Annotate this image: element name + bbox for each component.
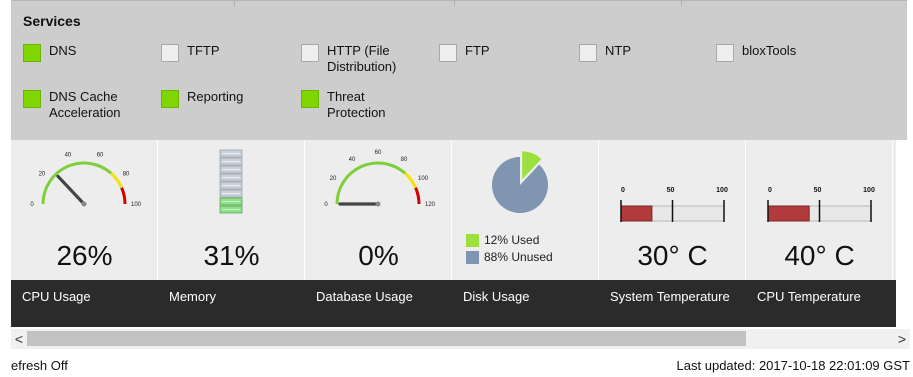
service-label: TFTP [187,43,220,58]
auto-refresh-status[interactable]: efresh Off [11,358,68,373]
status-widgets: 0 20 40 60 80 100 26% CPU Usage 31% Memory 0 2… [11,140,896,327]
gauge-arc-critical [414,187,421,205]
service-status-indicator [161,44,179,62]
legend-unused-label: 88% Unused [484,250,553,264]
widget-cpu-temperature[interactable]: 0 50 100 40° C CPU Temperature [746,140,893,327]
gauge-tick-label: 40 [349,157,356,163]
widget-cpu-usage[interactable]: 0 20 40 60 80 100 26% CPU Usage [11,140,158,327]
widget-memory[interactable]: 31% Memory [158,140,305,327]
service-status-indicator [579,44,597,62]
thermo-tick-label: 100 [863,187,875,194]
gauge-tick-label: 0 [324,202,328,208]
legend-swatch-used [466,234,479,247]
scrollbar-thumb[interactable] [27,331,746,346]
gauge-tick-label: 0 [30,202,34,208]
service-status-indicator [439,44,457,62]
dashboard-root: Services DNS TFTP HTTP (File Distributio… [0,0,913,377]
widget-disk-usage[interactable]: 12% Used 88% Unused Disk Usage [452,140,599,327]
service-label: DNS Cache Acceleration [49,89,121,120]
gauge-arc-warning [110,172,124,189]
memory-stack-icon [219,149,243,214]
gauge-tick-label: 60 [97,153,104,159]
service-label: FTP [465,43,490,58]
system-temperature-value: 30° C [637,240,708,271]
scroll-left-arrow-icon[interactable]: < [11,329,27,349]
disk-pie-chart [492,151,548,213]
cpu-gauge: 0 20 40 60 80 100 [30,153,142,208]
service-status-indicator [161,90,179,108]
panel-divider [234,1,235,6]
widget-next-partial [893,140,896,327]
thermo-tick-label: 50 [814,187,822,194]
thermo-fill [767,205,810,222]
thermo-tick-label: 0 [768,187,772,194]
widget-next-footer [893,280,896,327]
legend-used-label: 12% Used [484,233,540,247]
gauge-arc-critical [120,187,127,205]
services-panel: Services DNS TFTP HTTP (File Distributio… [11,0,907,140]
thermo-tick-label: 50 [667,187,675,194]
cpu-temperature-label: CPU Temperature [746,280,893,327]
service-status-indicator [301,90,319,108]
gauge-tick-label: 100 [131,202,142,208]
gauge-tick-label: 20 [330,176,337,182]
panel-divider [454,1,455,6]
gauge-needle [56,174,86,206]
gauge-tick-label: 20 [39,171,46,177]
service-label: DNS [49,43,77,58]
service-status-indicator [23,44,41,62]
widget-system-temperature[interactable]: 0 50 100 30° C System Temperature [599,140,746,327]
database-gauge: 0 20 40 60 80 100 120 [324,150,436,208]
cpu-usage-value: 26% [56,240,113,271]
gauge-tick-label: 40 [65,153,72,159]
cpu-usage-label: CPU Usage [11,280,158,327]
system-temperature-label: System Temperature [599,280,746,327]
service-label: HTTP (File Distribution) [327,43,397,74]
gauge-tick-label: 120 [425,202,436,208]
thermo-tick-label: 100 [716,187,728,194]
database-usage-label: Database Usage [305,280,452,327]
thermo-fill [620,205,653,222]
service-status-indicator [301,44,319,62]
widget-database-usage[interactable]: 0 20 40 60 80 100 120 0% Database Usage [305,140,452,327]
gauge-tick-label: 80 [123,171,130,177]
services-title: Services [23,13,81,29]
service-status-indicator [23,90,41,108]
service-label: Reporting [187,89,244,104]
gauge-tick-label: 80 [401,157,408,163]
memory-value: 31% [203,240,260,271]
horizontal-scrollbar[interactable]: < > [11,329,910,349]
last-updated-timestamp: Last updated: 2017-10-18 22:01:09 GST [676,358,910,373]
legend-swatch-unused [466,251,479,264]
database-usage-value: 0% [358,240,399,271]
scroll-right-arrow-icon[interactable]: > [894,329,910,349]
gauge-needle-hub [375,201,381,207]
memory-label: Memory [158,280,305,327]
system-temperature-bar: 0 50 100 [620,187,728,222]
gauge-arc-normal [335,161,407,205]
gauge-tick-label: 100 [418,176,429,182]
gauge-arc-warning [404,172,418,189]
disk-legend: 12% Used 88% Unused [466,233,553,267]
legend-unused: 88% Unused [466,250,553,267]
service-label: NTP [605,43,631,58]
service-label: Threat Protection [327,89,386,120]
service-label: bloxTools [742,43,797,58]
panel-divider [681,1,682,6]
gauge-needle-hub [81,201,87,207]
thermo-tick-label: 0 [621,187,625,194]
gauge-tick-label: 60 [375,150,382,156]
cpu-temperature-bar: 0 50 100 [767,187,875,222]
disk-usage-label: Disk Usage [452,280,599,327]
disk-unused-slice [492,157,548,213]
service-status-indicator [716,44,734,62]
legend-used: 12% Used [466,233,553,250]
cpu-temperature-value: 40° C [784,240,855,271]
